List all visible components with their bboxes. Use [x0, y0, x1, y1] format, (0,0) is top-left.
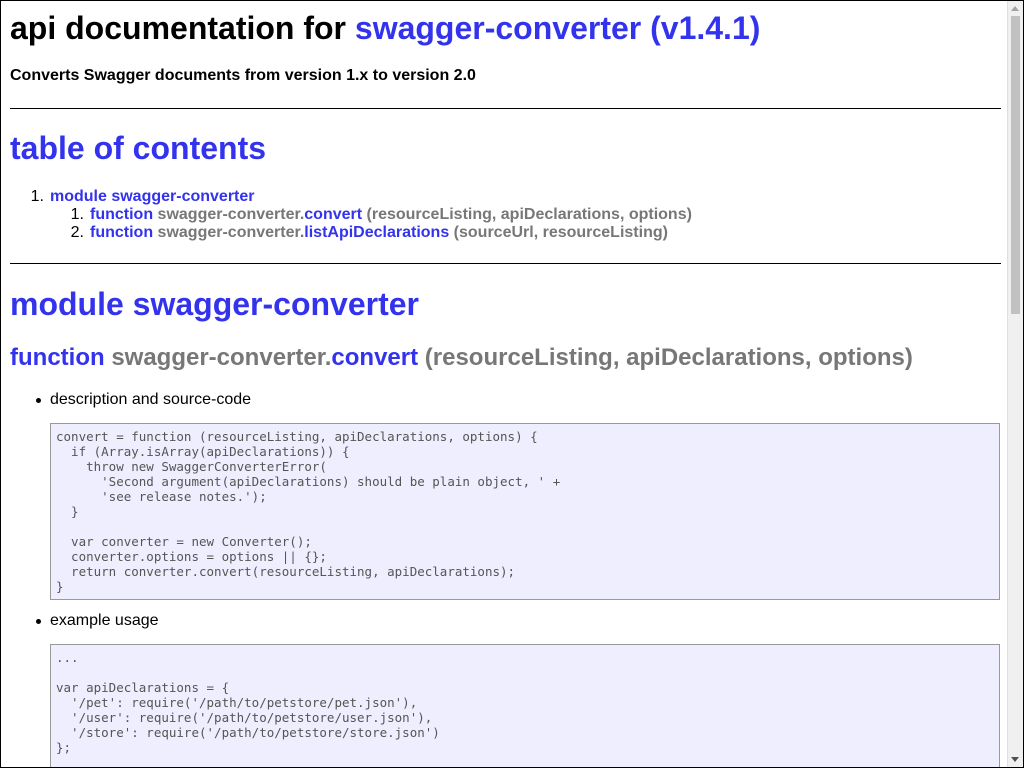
- toc-function-item: 1. function swagger-converter.convert (r…: [50, 206, 692, 224]
- package-link[interactable]: swagger-converter (v1.4.1): [355, 10, 761, 46]
- function-prefix: swagger-converter.: [111, 344, 332, 371]
- function-keyword: function: [90, 206, 154, 223]
- function-keyword: function: [10, 344, 105, 371]
- page-frame: api documentation for swagger-converter …: [0, 0, 1024, 768]
- vertical-scrollbar[interactable]: [1007, 1, 1023, 767]
- divider: [10, 108, 1001, 109]
- table-of-contents: 1. module swagger-converter 1. function …: [10, 188, 692, 242]
- toc-module-link[interactable]: module swagger-converter: [50, 188, 255, 205]
- function-prefix: swagger-converter.: [157, 224, 305, 241]
- package-description: Converts Swagger documents from version …: [10, 67, 476, 84]
- scrollbar-thumb[interactable]: [1011, 16, 1020, 314]
- function-name: convert: [304, 206, 363, 223]
- example-code-block: ... var apiDeclarations = { '/pet': requ…: [50, 644, 1000, 767]
- toc-number: 1.: [70, 206, 84, 223]
- title-prefix: api documentation for: [10, 10, 346, 46]
- function-args: (resourceListing, apiDeclarations, optio…: [366, 206, 692, 223]
- function-name: listApiDeclarations: [304, 224, 450, 241]
- page-title: api documentation for swagger-converter …: [10, 9, 760, 47]
- toc-number: 1.: [30, 188, 44, 205]
- source-code-block: convert = function (resourceListing, api…: [50, 423, 1000, 600]
- toc-heading[interactable]: table of contents: [10, 129, 266, 167]
- toc-function-item: 2. function swagger-converter.listApiDec…: [50, 224, 692, 242]
- toc-module-item: 1. module swagger-converter 1. function …: [10, 188, 692, 242]
- function-heading-convert[interactable]: function swagger-converter.convert (reso…: [10, 344, 913, 372]
- module-heading[interactable]: module swagger-converter: [10, 285, 419, 323]
- toc-function-link-listapideclarations[interactable]: function swagger-converter.listApiDeclar…: [90, 224, 668, 241]
- bullet-description: description and source-code: [35, 391, 252, 408]
- scroll-down-arrow-icon[interactable]: [1011, 757, 1019, 762]
- function-keyword: function: [90, 224, 154, 241]
- divider: [10, 263, 1001, 264]
- toc-number: 2.: [70, 224, 84, 241]
- bullet-example: example usage: [36, 612, 159, 629]
- toc-function-link-convert[interactable]: function swagger-converter.convert (reso…: [90, 206, 692, 223]
- toc-function-list: 1. function swagger-converter.convert (r…: [50, 206, 692, 242]
- function-name: convert: [331, 344, 419, 371]
- function-args: (resourceListing, apiDeclarations, optio…: [424, 344, 913, 371]
- function-args: (sourceUrl, resourceListing): [453, 224, 668, 241]
- function-prefix: swagger-converter.: [157, 206, 305, 223]
- scroll-up-arrow-icon[interactable]: [1011, 6, 1019, 11]
